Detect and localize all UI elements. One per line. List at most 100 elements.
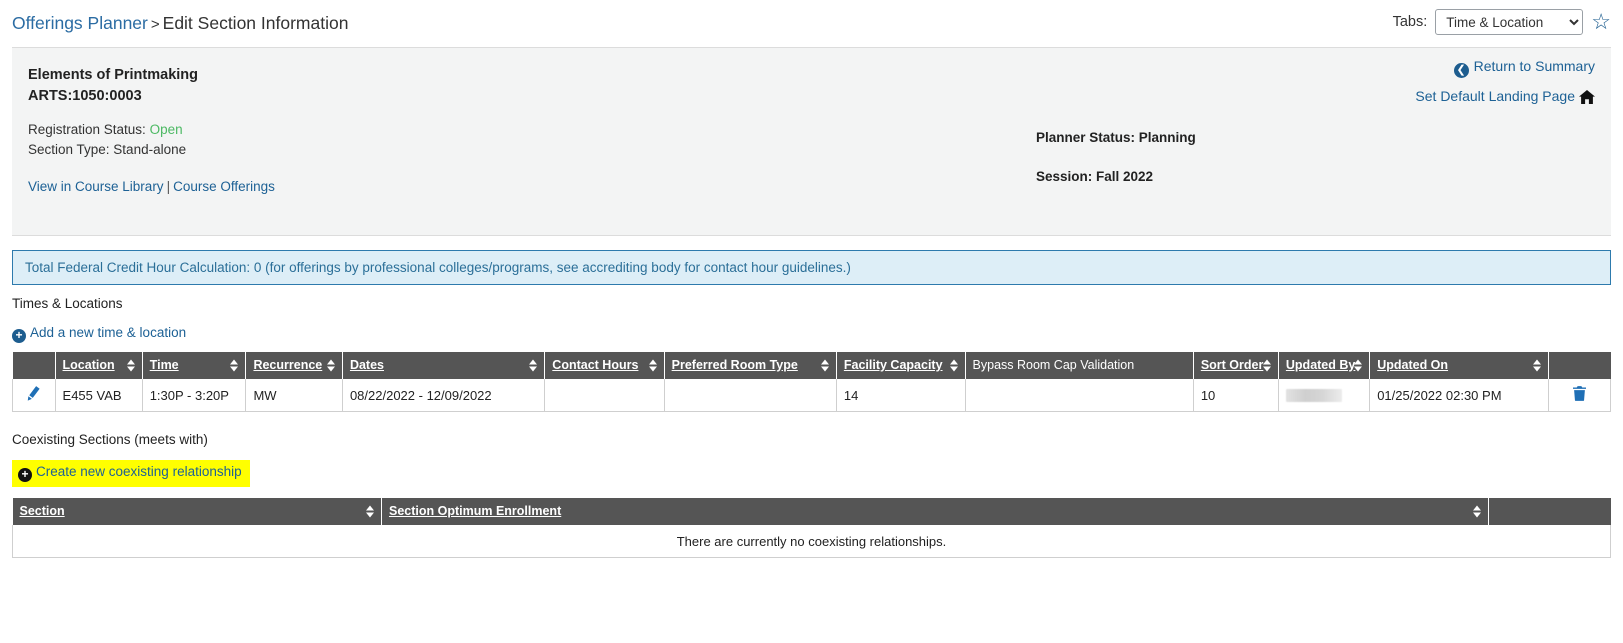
delete-row-cell[interactable] xyxy=(1547,379,1612,412)
table-header-row: Section Section Optimum Enrollment xyxy=(12,498,1611,525)
sort-toggle-icon[interactable] xyxy=(126,359,136,372)
times-locations-table-body: E455 VAB 1:30P - 3:20P MW 08/22/2022 - 12/0… xyxy=(12,379,1612,412)
coexisting-table-head: Section Section Optimum Enrollment xyxy=(12,498,1611,525)
add-time-location-row[interactable]: + Add a new time & location xyxy=(12,325,186,343)
sort-toggle-icon[interactable] xyxy=(1532,359,1542,372)
column-header-label: Dates xyxy=(349,358,384,372)
cell-facility-capacity: 14 xyxy=(835,379,966,412)
registration-status-label: Registration Status: xyxy=(28,122,146,137)
create-coexisting-row[interactable]: + Create new coexisting relationship xyxy=(12,460,250,487)
cell-contact-hours xyxy=(544,379,665,412)
column-header-blank xyxy=(1488,498,1611,525)
column-header-section[interactable]: Section xyxy=(12,498,382,525)
column-header-contact-hours[interactable]: Contact Hours xyxy=(544,352,665,379)
plus-circle-icon: + xyxy=(12,329,26,343)
edit-row-cell[interactable] xyxy=(12,379,56,412)
section-type: Section Type: Stand-alone xyxy=(28,142,187,157)
column-header-label: Updated On xyxy=(1377,358,1449,372)
column-header-label: Location xyxy=(62,358,115,372)
course-code: ARTS:1050:0003 xyxy=(28,88,142,104)
panel-status-block: Planner Status: Planning Session: Fall 2… xyxy=(1036,130,1196,184)
column-header-time[interactable]: Time xyxy=(142,352,247,379)
tabs-select[interactable]: Time & Location xyxy=(1435,9,1584,35)
sort-toggle-icon[interactable] xyxy=(1354,359,1363,372)
column-header-updated-on[interactable]: Updated On xyxy=(1369,352,1549,379)
panel-links: View in Course Library | Course Offerings xyxy=(28,179,1595,194)
federal-credit-hour-alert: Total Federal Credit Hour Calculation: 0… xyxy=(12,250,1611,285)
column-header-label: Section xyxy=(19,504,65,518)
coexisting-heading: Coexisting Sections (meets with) xyxy=(12,432,208,447)
cell-recurrence: MW xyxy=(245,379,343,412)
panel-actions: ❮ Return to Summary Set Default Landing P… xyxy=(1415,58,1595,107)
table-header-row: Location Time Recurrence Dates Contact Hours… xyxy=(12,352,1611,379)
sort-toggle-icon[interactable] xyxy=(230,359,239,372)
planner-status: Planner Status: Planning xyxy=(1036,130,1196,145)
column-header-label: Sort Order xyxy=(1200,358,1264,372)
coexisting-empty-message: There are currently no coexisting relati… xyxy=(12,525,1611,558)
column-header-label: Updated By xyxy=(1285,358,1356,372)
return-to-summary-row[interactable]: ❮ Return to Summary xyxy=(1415,58,1595,78)
column-header-blank xyxy=(12,352,56,379)
table-row: E455 VAB 1:30P - 3:20P MW 08/22/2022 - 12/0… xyxy=(12,379,1612,412)
return-to-summary-link[interactable]: Return to Summary xyxy=(1474,58,1595,74)
cell-bypass-room-cap-validation xyxy=(964,379,1194,412)
set-default-landing-page-link[interactable]: Set Default Landing Page xyxy=(1415,88,1575,104)
breadcrumb-current: Edit Section Information xyxy=(162,12,349,33)
pencil-icon[interactable] xyxy=(25,385,42,405)
column-header-label: Contact Hours xyxy=(552,358,639,372)
column-header-bypass-room-cap-validation: Bypass Room Cap Validation xyxy=(965,352,1194,379)
sort-toggle-icon[interactable] xyxy=(366,505,375,518)
times-locations-heading: Times & Locations xyxy=(12,296,123,311)
column-header-label: Recurrence xyxy=(253,358,323,372)
registration-status: Registration Status: Open xyxy=(28,122,1595,137)
back-arrow-icon: ❮ xyxy=(1453,63,1469,78)
column-header-location[interactable]: Location xyxy=(55,352,143,379)
sort-toggle-icon[interactable] xyxy=(1262,359,1272,372)
times-locations-table: Location Time Recurrence Dates Contact Hours… xyxy=(12,352,1612,412)
sort-toggle-icon[interactable] xyxy=(1473,505,1482,518)
session: Session: Fall 2022 xyxy=(1036,169,1154,184)
column-header-facility-capacity[interactable]: Facility Capacity xyxy=(836,352,966,379)
column-header-sort-order[interactable]: Sort Order xyxy=(1193,352,1279,379)
create-coexisting-link[interactable]: Create new coexisting relationship xyxy=(36,464,242,479)
top-bar: Offerings Planner > Edit Section Informati… xyxy=(0,0,1623,47)
tabs-label: Tabs: xyxy=(1392,14,1428,30)
cell-dates: 08/22/2022 - 12/09/2022 xyxy=(341,379,546,412)
table-row: There are currently no coexisting relati… xyxy=(12,525,1611,558)
column-header-label: Facility Capacity xyxy=(843,358,943,372)
sort-toggle-icon[interactable] xyxy=(820,359,830,372)
sort-toggle-icon[interactable] xyxy=(648,359,658,372)
column-header-section-optimum-enrollment[interactable]: Section Optimum Enrollment xyxy=(381,498,1490,525)
sort-toggle-icon[interactable] xyxy=(326,359,336,372)
favorite-star-icon[interactable]: ☆ xyxy=(1591,11,1611,33)
cell-preferred-room-type xyxy=(663,379,837,412)
sort-toggle-icon[interactable] xyxy=(949,359,959,372)
column-header-label: Time xyxy=(149,358,179,372)
column-header-label: Bypass Room Cap Validation xyxy=(972,358,1135,372)
cell-updated-on: 01/25/2022 02:30 PM xyxy=(1369,379,1549,412)
column-header-label: Section Optimum Enrollment xyxy=(389,504,562,518)
breadcrumb-separator: > xyxy=(150,15,160,33)
column-header-dates[interactable]: Dates xyxy=(342,352,546,379)
view-in-course-library-link[interactable]: View in Course Library xyxy=(28,179,164,194)
breadcrumb-root-link[interactable]: Offerings Planner xyxy=(12,13,148,33)
cell-location: E455 VAB xyxy=(54,379,143,412)
column-header-recurrence[interactable]: Recurrence xyxy=(245,352,343,379)
add-time-location-link[interactable]: Add a new time & location xyxy=(30,325,186,340)
trash-icon[interactable] xyxy=(1572,386,1586,404)
link-pipe: | xyxy=(166,179,171,194)
sort-toggle-icon[interactable] xyxy=(529,359,538,372)
tabs-control: Tabs: Time & Location ☆ xyxy=(1393,9,1611,35)
coexisting-table: Section Section Optimum Enrollment There … xyxy=(12,498,1611,558)
cell-sort-order: 10 xyxy=(1192,379,1279,412)
cell-time: 1:30P - 3:20P xyxy=(141,379,247,412)
column-header-preferred-room-type[interactable]: Preferred Room Type xyxy=(664,352,837,379)
course-title: Elements of Printmaking xyxy=(28,67,199,83)
home-icon xyxy=(1579,90,1595,107)
set-default-landing-page-row[interactable]: Set Default Landing Page xyxy=(1415,88,1595,107)
column-header-updated-by[interactable]: Updated By xyxy=(1278,352,1371,379)
redacted-value xyxy=(1285,388,1342,402)
course-offerings-link[interactable]: Course Offerings xyxy=(173,179,275,194)
times-locations-table-head: Location Time Recurrence Dates Contact Hours… xyxy=(12,352,1611,379)
registration-status-value: Open xyxy=(149,122,183,137)
